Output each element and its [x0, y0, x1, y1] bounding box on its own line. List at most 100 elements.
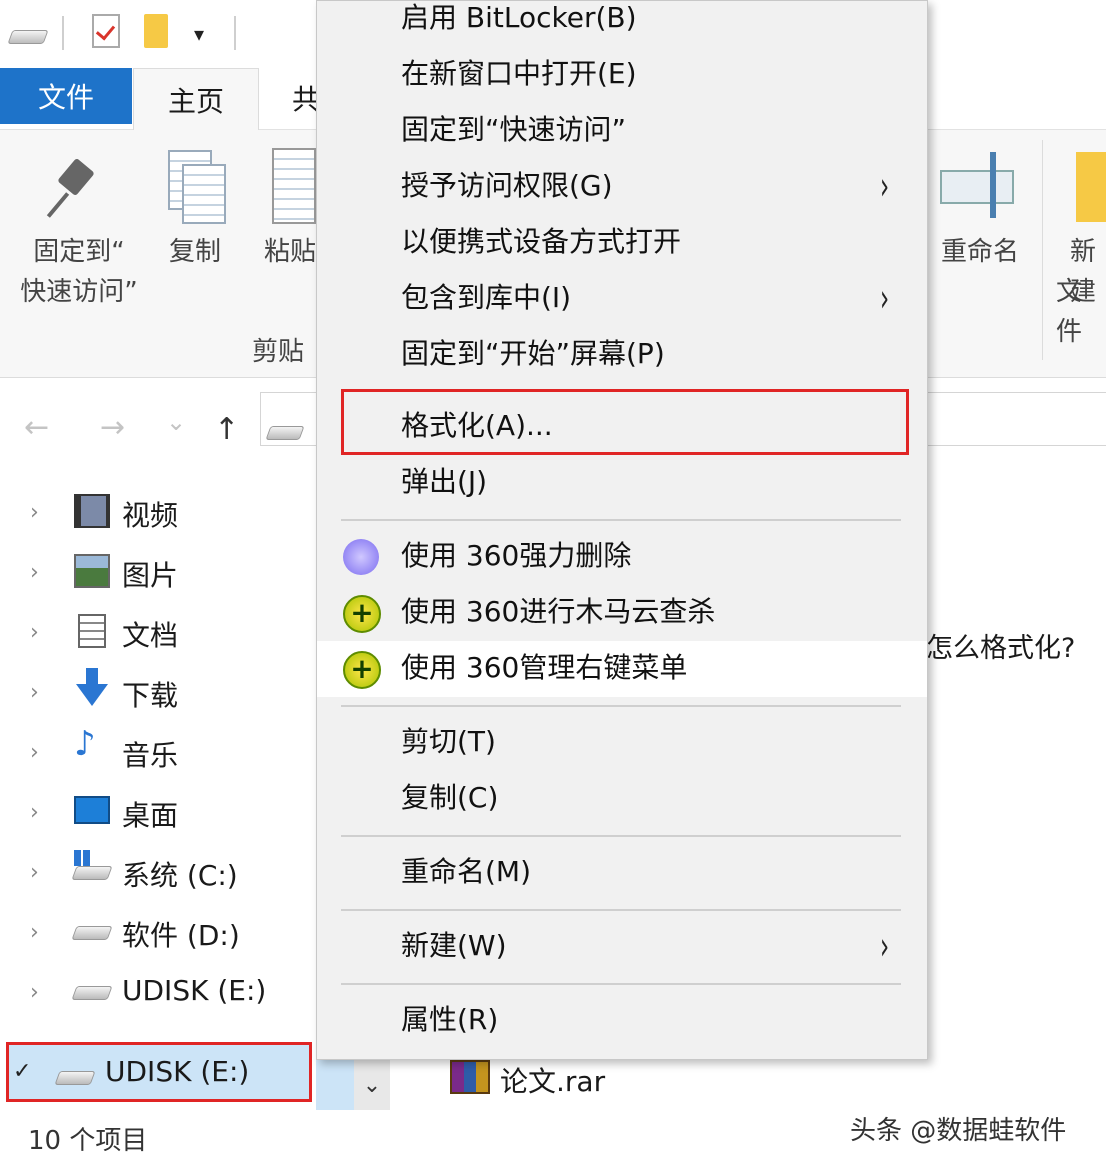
menu-item-label: 使用 360强力删除: [401, 539, 632, 572]
back-arrow-icon[interactable]: ←: [24, 410, 49, 445]
tab-home[interactable]: 主页: [133, 68, 259, 131]
forward-arrow-icon[interactable]: →: [100, 410, 125, 445]
customize-dropdown-icon[interactable]: ▾: [194, 22, 204, 46]
paste-label: 粘贴: [264, 237, 317, 267]
expand-chevron-icon[interactable]: ›: [30, 740, 39, 765]
tree-item-label: 系统 (C:): [122, 859, 238, 892]
360-delete-icon: [343, 539, 379, 575]
menu-item-360-delete[interactable]: 使用 360强力删除: [317, 529, 927, 585]
watermark: 头条 @数据蛙软件: [850, 1116, 1067, 1146]
menu-item-label: 格式化(A)...: [401, 409, 553, 442]
menu-item-360-scan[interactable]: + 使用 360进行木马云查杀: [317, 585, 927, 641]
expand-chevron-icon[interactable]: ›: [30, 500, 39, 525]
menu-item-pin-quick-access[interactable]: 固定到“快速访问”: [317, 103, 927, 159]
tree-item-documents[interactable]: › 文档: [0, 602, 316, 662]
clipboard-group-label: 剪贴: [252, 337, 305, 367]
tree-item-udisk-selected[interactable]: ✓ UDISK (E:): [6, 1042, 312, 1102]
menu-item-properties[interactable]: 属性(R): [317, 993, 927, 1049]
menu-item-open-portable[interactable]: 以便携式设备方式打开: [317, 215, 927, 271]
tree-item-label: UDISK (E:): [122, 974, 267, 1007]
tree-item-udisk[interactable]: › UDISK (E:): [0, 962, 316, 1022]
tree-item-desktop[interactable]: › 桌面: [0, 782, 316, 842]
expand-chevron-icon[interactable]: ›: [30, 860, 39, 885]
menu-item-copy[interactable]: 复制(C): [317, 771, 927, 827]
menu-separator: [341, 705, 901, 707]
menu-item-grant-access[interactable]: 授予访问权限(G) ›: [317, 159, 927, 215]
video-icon: [74, 494, 110, 528]
pin-label-line1: 固定到“: [33, 237, 125, 267]
ribbon-separator: [1042, 140, 1043, 360]
file-name-partial[interactable]: 怎么格式化?: [926, 626, 1075, 665]
menu-item-label: 启用 BitLocker(B): [401, 1, 637, 34]
tree-item-system-drive[interactable]: › 系统 (C:): [0, 842, 316, 902]
download-icon: [76, 668, 108, 706]
copy-label: 复制: [168, 237, 221, 267]
rar-archive-icon[interactable]: [450, 1060, 490, 1094]
new-label-line2: 文件: [1056, 277, 1083, 347]
selection-strip: [316, 1060, 354, 1110]
pictures-icon: [74, 554, 110, 588]
menu-item-open-new-window[interactable]: 在新窗口中打开(E): [317, 47, 927, 103]
usb-drive-icon: [54, 1071, 96, 1085]
menu-separator: [341, 909, 901, 911]
expand-chevron-icon[interactable]: ›: [30, 800, 39, 825]
file-name[interactable]: 论文.rar: [500, 1060, 605, 1100]
menu-item-format[interactable]: 格式化(A)...: [317, 399, 927, 455]
recent-locations-icon[interactable]: ⌄: [166, 408, 186, 436]
tree-item-videos[interactable]: › 视频: [0, 482, 316, 542]
menu-item-label: 使用 360进行木马云查杀: [401, 595, 716, 628]
drive-icon[interactable]: [7, 30, 49, 44]
up-arrow-icon[interactable]: ↑: [214, 412, 239, 447]
menu-item-label: 重命名(M): [401, 855, 532, 888]
menu-item-label: 使用 360管理右键菜单: [401, 651, 688, 684]
tree-item-music[interactable]: › ♪ 音乐: [0, 722, 316, 782]
expand-chevron-icon[interactable]: ›: [30, 680, 39, 705]
menu-item-label: 包含到库中(I): [401, 281, 572, 314]
folder-icon: [1076, 152, 1106, 222]
address-drive-icon: [265, 426, 305, 440]
music-icon: ♪: [74, 724, 96, 764]
collapse-chevron-icon[interactable]: ✓: [13, 1059, 31, 1084]
menu-item-rename[interactable]: 重命名(M): [317, 845, 927, 901]
expand-chevron-icon[interactable]: ›: [30, 620, 39, 645]
expand-chevron-icon[interactable]: ›: [30, 560, 39, 585]
submenu-arrow-icon: ›: [880, 276, 890, 320]
rename-icon: [940, 152, 1014, 222]
menu-item-label: 固定到“快速访问”: [401, 113, 627, 146]
rename-label: 重命名: [940, 237, 1019, 267]
menu-item-360-manage[interactable]: + 使用 360管理右键菜单: [317, 641, 927, 697]
status-item-count: 10 个项目: [28, 1126, 148, 1156]
submenu-arrow-icon: ›: [880, 924, 890, 968]
menu-item-cut[interactable]: 剪切(T): [317, 715, 927, 771]
menu-item-label: 以便携式设备方式打开: [401, 225, 682, 258]
expand-chevron-icon[interactable]: ›: [30, 980, 39, 1005]
360-plus-icon: +: [343, 651, 381, 689]
tree-item-label: 音乐: [122, 739, 179, 772]
menu-separator: [341, 983, 901, 985]
menu-item-eject[interactable]: 弹出(J): [317, 455, 927, 511]
tree-item-downloads[interactable]: › 下载: [0, 662, 316, 722]
menu-item-pin-start[interactable]: 固定到“开始”屏幕(P): [317, 327, 927, 383]
tree-item-software-drive[interactable]: › 软件 (D:): [0, 902, 316, 962]
windows-logo-icon: [74, 850, 90, 866]
tree-item-pictures[interactable]: › 图片: [0, 542, 316, 602]
menu-item-label: 弹出(J): [401, 465, 488, 498]
expand-chevron-icon[interactable]: ›: [30, 920, 39, 945]
desktop-icon: [74, 796, 110, 824]
tree-item-label: 视频: [122, 499, 179, 532]
menu-item-label: 固定到“开始”屏幕(P): [401, 337, 665, 370]
documents-icon: [78, 614, 106, 648]
new-folder-icon[interactable]: [144, 14, 168, 48]
tree-item-label: 文档: [122, 619, 179, 652]
menu-item-new[interactable]: 新建(W) ›: [317, 919, 927, 975]
properties-check-icon[interactable]: [92, 14, 120, 48]
menu-item-label: 剪切(T): [401, 725, 496, 758]
selected-drive-label: UDISK (E:): [105, 1055, 250, 1088]
chevron-down-icon[interactable]: ⌄: [354, 1060, 390, 1110]
menu-item-label: 新建(W): [401, 929, 507, 962]
tab-file[interactable]: 文件: [0, 68, 132, 124]
pin-icon: [50, 160, 100, 220]
copy-icon: [168, 150, 226, 224]
menu-item-bitlocker[interactable]: 启用 BitLocker(B): [317, 0, 927, 47]
menu-item-include-library[interactable]: 包含到库中(I) ›: [317, 271, 927, 327]
